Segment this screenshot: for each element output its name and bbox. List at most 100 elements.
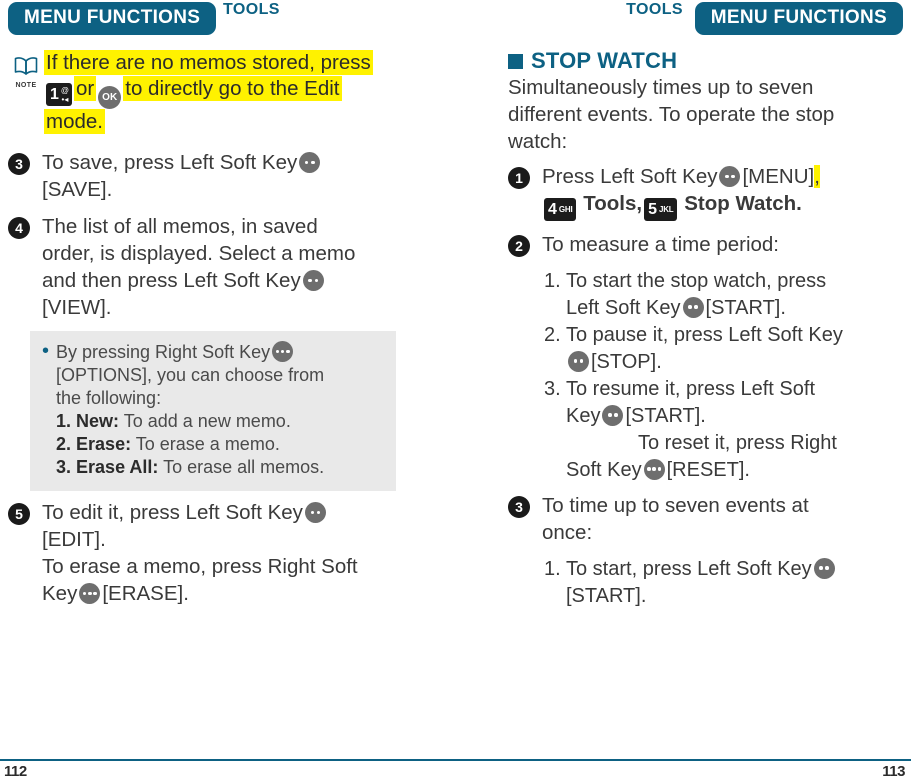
note-line-3: mode. bbox=[44, 109, 105, 134]
rp-step-3-line-1: To time up to seven events at bbox=[542, 493, 809, 517]
step-4-line-3: and then press Left Soft Key bbox=[42, 269, 301, 292]
left-soft-key-icon bbox=[568, 350, 589, 372]
intro-line-3: watch: bbox=[508, 130, 568, 153]
page-number-right: 113 bbox=[882, 763, 905, 780]
sub-item-marker: 3. bbox=[544, 377, 561, 400]
step-4-line-2: order, is displayed. Select a memo bbox=[42, 242, 356, 265]
option-item-label: Erase All: bbox=[76, 457, 159, 477]
option-item-label: New: bbox=[76, 411, 120, 431]
step-number-badge: 3 bbox=[508, 495, 530, 518]
rp-step-3-sub-1: 1. To start, press Left Soft Key [START]… bbox=[544, 556, 911, 610]
rp-step-3-number-wrap: 3 bbox=[508, 492, 542, 518]
step-3-number-wrap: 3 bbox=[8, 149, 42, 175]
intro-line-1: Simultaneously times up to seven bbox=[508, 76, 814, 99]
option-item-number: 3. bbox=[56, 457, 72, 477]
rp-step-3: 3 To time up to seven events at once: bbox=[508, 492, 911, 546]
rp-step-1-menu-label: [MENU] bbox=[742, 165, 815, 188]
options-line-1: By pressing Right Soft Key bbox=[56, 342, 271, 362]
left-soft-key-icon bbox=[602, 404, 624, 426]
note-icon: NOTE bbox=[8, 50, 44, 89]
options-list: 1. New: To add a new memo. 2. Erase: To … bbox=[42, 410, 384, 479]
step-number-badge: 5 bbox=[8, 503, 30, 525]
options-line-3: the following: bbox=[56, 388, 162, 408]
step-5-line-2: [EDIT]. bbox=[42, 528, 106, 551]
header-subtitle-right: TOOLS bbox=[626, 1, 683, 18]
header-badge-left: MENU FUNCTIONS bbox=[8, 2, 217, 35]
option-item-desc: To erase all memos. bbox=[163, 457, 325, 477]
left-soft-key-icon bbox=[719, 166, 741, 187]
key-5-jkl-icon: 5 JKL bbox=[644, 198, 677, 221]
option-item-label: Erase: bbox=[76, 434, 132, 454]
intro-line-2: different events. To operate the stop bbox=[508, 103, 835, 126]
step-3: 3 To save, press Left Soft Key [SAVE]. bbox=[8, 149, 418, 203]
sub-2-line-2b: [STOP]. bbox=[591, 350, 662, 373]
right-soft-key-icon bbox=[272, 341, 294, 362]
options-bullet: • By pressing Right Soft Key [OPTIONS], … bbox=[42, 341, 384, 410]
options-list-item: 2. Erase: To erase a memo. bbox=[56, 433, 384, 456]
page-number-left: 112 bbox=[4, 763, 27, 780]
step-5-line-4a: Key bbox=[42, 582, 78, 605]
left-page-column: NOTE If there are no memos stored, press… bbox=[8, 50, 418, 617]
rp-step-2-heading: To measure a time period: bbox=[542, 232, 780, 256]
manual-page-spread: MENU FUNCTIONS TOOLS MENU FUNCTIONS TOOL… bbox=[0, 0, 911, 782]
key-4-ghi-icon: 4 GHI bbox=[544, 198, 576, 221]
sub-item-text: To resume it, press Left Soft Key [START]… bbox=[566, 376, 911, 484]
rp-sub-line-1a: To start, press Left Soft Key bbox=[566, 557, 812, 580]
rp-step-1-number-wrap: 1 bbox=[508, 163, 542, 189]
section-heading: STOP WATCH bbox=[508, 50, 911, 72]
step-number-badge: 3 bbox=[8, 153, 30, 175]
step-4-line-1: The list of all memos, in saved bbox=[42, 215, 318, 238]
sub-item-marker: 1. bbox=[544, 557, 561, 580]
sub-3-line-2b: [START]. bbox=[625, 404, 706, 427]
sub-item-text: To start the stop watch, press Left Soft… bbox=[566, 268, 911, 322]
rp-step-2-body: To measure a time period: bbox=[542, 231, 911, 258]
step-number-badge: 1 bbox=[508, 167, 530, 189]
rp-step-2: 2 To measure a time period: bbox=[508, 231, 911, 258]
note-line-2-tail: to directly go to the Edit bbox=[123, 76, 342, 101]
right-page-column: STOP WATCH Simultaneously times up to se… bbox=[508, 50, 911, 610]
left-soft-key-icon bbox=[302, 270, 324, 291]
step-3-line-2: [SAVE]. bbox=[42, 178, 113, 201]
options-callout-box: • By pressing Right Soft Key [OPTIONS], … bbox=[30, 331, 396, 491]
options-line-2: [OPTIONS], you can choose from bbox=[56, 365, 325, 385]
options-list-item: 3. Erase All: To erase all memos. bbox=[56, 456, 384, 479]
step-4: 4 The list of all memos, in saved order,… bbox=[8, 213, 418, 321]
sub-item-marker: 1. bbox=[544, 269, 561, 292]
right-soft-key-icon bbox=[79, 583, 101, 604]
note-line-1: If there are no memos stored, press bbox=[44, 50, 373, 75]
note-block: NOTE If there are no memos stored, press… bbox=[8, 50, 418, 135]
sub-3-line-4b: [RESET]. bbox=[666, 458, 750, 481]
rp-step-2-sub-3: 3. To resume it, press Left Soft Key [STA… bbox=[544, 376, 911, 484]
rp-step-1-highlight-comma: , bbox=[814, 165, 820, 188]
left-soft-key-icon bbox=[304, 502, 326, 523]
key-1-at-icon: 1 @ •◂ bbox=[46, 83, 73, 106]
rp-step-1: 1 Press Left Soft Key [MENU], 4 GHI Tools,… bbox=[508, 163, 911, 221]
left-soft-key-icon bbox=[299, 152, 321, 173]
options-bullet-text: By pressing Right Soft Key [OPTIONS], yo… bbox=[56, 341, 384, 410]
step-3-line-1: To save, press Left Soft Key bbox=[42, 151, 298, 174]
sub-3-line-3: To reset it, press Right bbox=[638, 431, 837, 454]
rp-step-3-line-2: once: bbox=[542, 520, 593, 544]
sub-item-text: To start, press Left Soft Key [START]. bbox=[566, 556, 911, 610]
sub-2-line-1: To pause it, press Left Soft Key bbox=[566, 323, 843, 346]
step-5-line-4b: [ERASE]. bbox=[102, 582, 189, 605]
note-icon-label: NOTE bbox=[15, 82, 37, 89]
sub-1-line-2b: [START]. bbox=[705, 296, 786, 319]
option-item-desc: To erase a memo. bbox=[135, 434, 280, 454]
step-4-number-wrap: 4 bbox=[8, 213, 42, 239]
step-5-body: To edit it, press Left Soft Key [EDIT]. … bbox=[42, 499, 418, 607]
rp-step-1-tools-label: Tools, bbox=[583, 192, 643, 215]
note-line-2-or: or bbox=[74, 76, 97, 101]
rp-step-1-stopwatch-label: Stop Watch. bbox=[684, 192, 802, 215]
step-5-line-1: To edit it, press Left Soft Key bbox=[42, 501, 303, 524]
options-list-item: 1. New: To add a new memo. bbox=[56, 410, 384, 433]
footer-divider bbox=[0, 759, 911, 761]
section-marker-icon bbox=[508, 53, 523, 69]
rp-step-1-body: Press Left Soft Key [MENU], 4 GHI Tools, 5 J… bbox=[542, 163, 911, 221]
option-item-number: 2. bbox=[56, 434, 72, 454]
open-book-icon bbox=[14, 57, 38, 75]
sub-item-marker: 2. bbox=[544, 323, 561, 346]
note-text: If there are no memos stored, press 1 @ •◂… bbox=[44, 50, 418, 135]
sub-item-text: To pause it, press Left Soft Key [STOP]. bbox=[566, 322, 911, 376]
ok-key-icon: OK bbox=[98, 86, 122, 109]
